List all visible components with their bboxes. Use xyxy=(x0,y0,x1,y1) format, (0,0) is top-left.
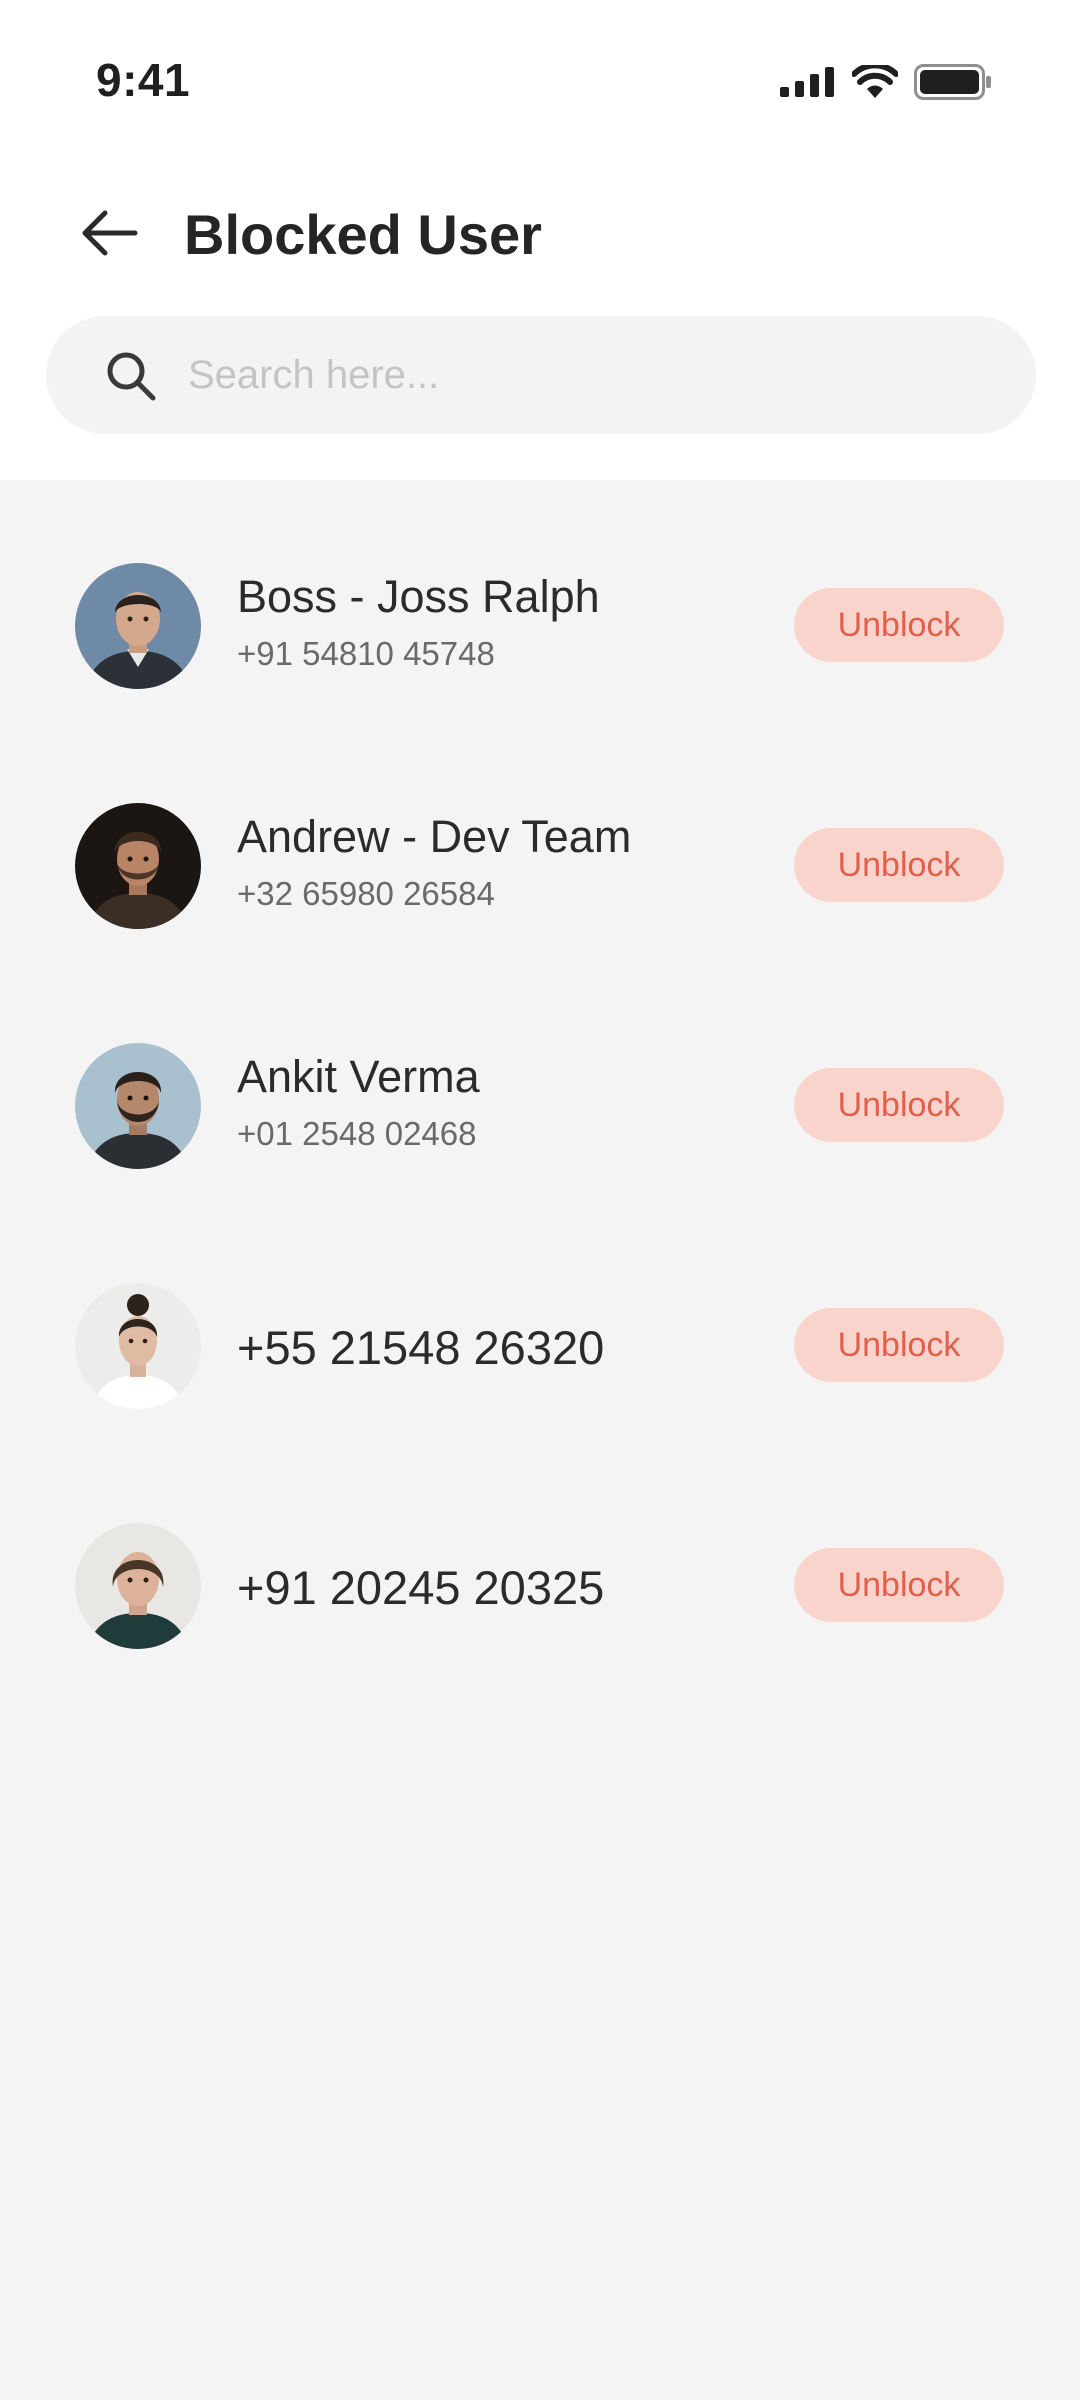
unblock-button[interactable]: Unblock xyxy=(794,828,1004,902)
user-name: Ankit Verma xyxy=(237,1051,480,1102)
blocked-user-list: Boss - Joss Ralph +91 54810 45748 Unbloc… xyxy=(0,480,1080,1680)
unblock-button[interactable]: Unblock xyxy=(794,1308,1004,1382)
user-info: +91 20245 20325 xyxy=(237,1557,757,1619)
user-name: Andrew - Dev Team xyxy=(237,811,632,862)
wifi-icon xyxy=(852,65,898,99)
user-name: +55 21548 26320 xyxy=(237,1321,605,1374)
list-item: Ankit Verma +01 2548 02468 Unblock xyxy=(0,960,1080,1200)
list-item: Andrew - Dev Team +32 65980 26584 Unbloc… xyxy=(0,720,1080,960)
avatar xyxy=(75,563,201,689)
header: Blocked User xyxy=(0,180,1080,290)
arrow-left-icon xyxy=(79,209,139,262)
unblock-button[interactable]: Unblock xyxy=(794,588,1004,662)
avatar xyxy=(75,1283,201,1409)
search-icon xyxy=(104,349,158,403)
user-name: +91 20245 20325 xyxy=(237,1561,605,1614)
user-phone: +32 65980 26584 xyxy=(237,875,495,912)
battery-icon xyxy=(914,64,992,100)
status-icons xyxy=(780,62,992,102)
user-info: Boss - Joss Ralph +91 54810 45748 xyxy=(237,568,757,674)
search-input[interactable] xyxy=(188,338,988,412)
search-bar[interactable] xyxy=(46,316,1036,434)
list-item: Boss - Joss Ralph +91 54810 45748 Unbloc… xyxy=(0,480,1080,720)
status-bar: 9:41 xyxy=(0,0,1080,160)
user-info: Ankit Verma +01 2548 02468 xyxy=(237,1048,757,1154)
avatar xyxy=(75,1043,201,1169)
unblock-button[interactable]: Unblock xyxy=(794,1068,1004,1142)
unblock-button[interactable]: Unblock xyxy=(794,1548,1004,1622)
user-name: Boss - Joss Ralph xyxy=(237,571,600,622)
avatar xyxy=(75,1523,201,1649)
user-phone: +91 54810 45748 xyxy=(237,635,495,672)
user-info: Andrew - Dev Team +32 65980 26584 xyxy=(237,808,757,914)
status-time: 9:41 xyxy=(96,54,191,106)
top-panel: 9:41 Blocked User Search here... xyxy=(0,0,1080,480)
page-title: Blocked User xyxy=(184,203,542,266)
list-item: +91 20245 20325 Unblock xyxy=(0,1440,1080,1680)
user-info: +55 21548 26320 xyxy=(237,1317,757,1379)
avatar xyxy=(75,803,201,929)
back-button[interactable] xyxy=(74,204,144,266)
signal-icon xyxy=(780,67,836,97)
list-item: +55 21548 26320 Unblock xyxy=(0,1200,1080,1440)
user-phone: +01 2548 02468 xyxy=(237,1115,477,1152)
